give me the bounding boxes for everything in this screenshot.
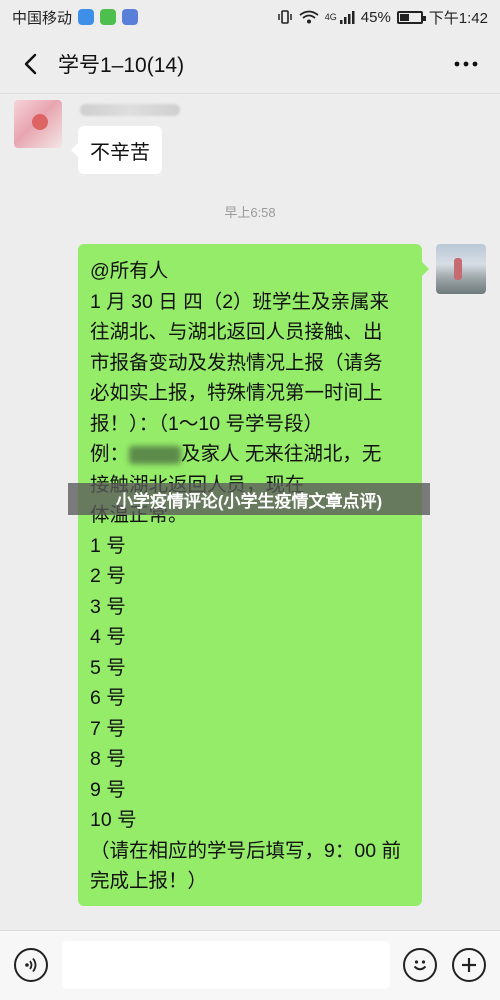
message-line: 6 号 bbox=[90, 687, 126, 709]
message-line: 市报备变动及发热情况上报（请务 bbox=[90, 351, 383, 374]
battery-fill bbox=[399, 13, 409, 21]
status-right: 4G 45% 下午1:42 bbox=[277, 7, 500, 28]
message-input[interactable] bbox=[62, 941, 390, 989]
message-line: @所有人 bbox=[90, 260, 169, 282]
voice-button[interactable] bbox=[14, 948, 48, 982]
battery-percent: 45% bbox=[360, 8, 391, 26]
message-line: 必如实上报，特殊情况第一时间上 bbox=[90, 382, 383, 404]
app-notification-icon bbox=[100, 9, 117, 25]
message-line: 1 月 30 日 四（2）班学生及亲属来 bbox=[90, 290, 390, 313]
sender-name-blurred bbox=[80, 104, 180, 116]
input-bar bbox=[0, 930, 500, 1000]
more-icon bbox=[454, 61, 478, 67]
message-bubble[interactable]: 不辛苦 bbox=[71, 126, 162, 174]
message-line-part: 例： bbox=[90, 443, 130, 465]
vibrate-icon bbox=[278, 10, 292, 24]
message-line: 报！）：（1～10 号学号段） bbox=[90, 412, 323, 435]
message-line: 例： 及家人 无来往湖北，无 bbox=[90, 439, 410, 470]
carrier-label: 中国移动 bbox=[12, 9, 73, 27]
app-notification-icon bbox=[122, 9, 139, 25]
message-line: 完成上报！） bbox=[90, 870, 208, 892]
message-timestamp: 早上6:58 bbox=[224, 205, 276, 220]
network-type-label: 4G bbox=[324, 12, 337, 22]
message-line: 1 号 bbox=[90, 534, 126, 557]
message-line-part: 及家人 无来往湖北，无 bbox=[181, 443, 382, 465]
back-button[interactable] bbox=[10, 44, 50, 84]
more-button[interactable] bbox=[446, 44, 486, 84]
message-line: 2 号 bbox=[90, 565, 126, 587]
emoji-icon bbox=[413, 960, 427, 971]
plus-icon bbox=[462, 958, 476, 972]
status-bar: 中国移动 4G 45% 下午1:42 bbox=[0, 0, 500, 34]
message-line: 4 号 bbox=[90, 626, 126, 648]
clock: 下午1:42 bbox=[428, 9, 488, 27]
status-left: 中国移动 bbox=[0, 7, 139, 28]
chat-header: 学号1–10(14) bbox=[0, 34, 500, 94]
message-line: 往湖北、与湖北返回人员接触、出 bbox=[90, 321, 383, 343]
message-line: 3 号 bbox=[90, 595, 126, 618]
message-line: 8 号 bbox=[90, 748, 126, 770]
plus-button[interactable] bbox=[452, 948, 486, 982]
message-line: 5 号 bbox=[90, 656, 126, 679]
voice-icon bbox=[25, 957, 37, 973]
message-line: （请在相应的学号后填写，9：00 前 bbox=[90, 839, 401, 862]
redacted-text bbox=[129, 445, 182, 464]
my-avatar[interactable] bbox=[436, 244, 486, 294]
message-line: 7 号 bbox=[90, 717, 126, 740]
wifi-icon bbox=[299, 10, 319, 24]
chat-title: 学号1–10(14) bbox=[58, 53, 185, 77]
emoji-button[interactable] bbox=[403, 948, 437, 982]
message-bubble-self[interactable]: @所有人 1 月 30 日 四（2）班学生及亲属来 往湖北、与湖北返回人员接触、… bbox=[78, 244, 429, 906]
chevron-left-icon bbox=[24, 53, 37, 74]
overlay-caption: 小学疫情评论(小学生疫情文章点评) bbox=[68, 483, 430, 515]
message-line: 10 号 bbox=[90, 809, 137, 831]
sender-avatar[interactable] bbox=[14, 100, 62, 148]
message-line: 9 号 bbox=[90, 778, 126, 801]
message-text: 不辛苦 bbox=[90, 141, 150, 164]
battery-icon bbox=[396, 10, 426, 24]
app-notification-icon bbox=[78, 9, 95, 25]
signal-icon bbox=[339, 11, 355, 24]
